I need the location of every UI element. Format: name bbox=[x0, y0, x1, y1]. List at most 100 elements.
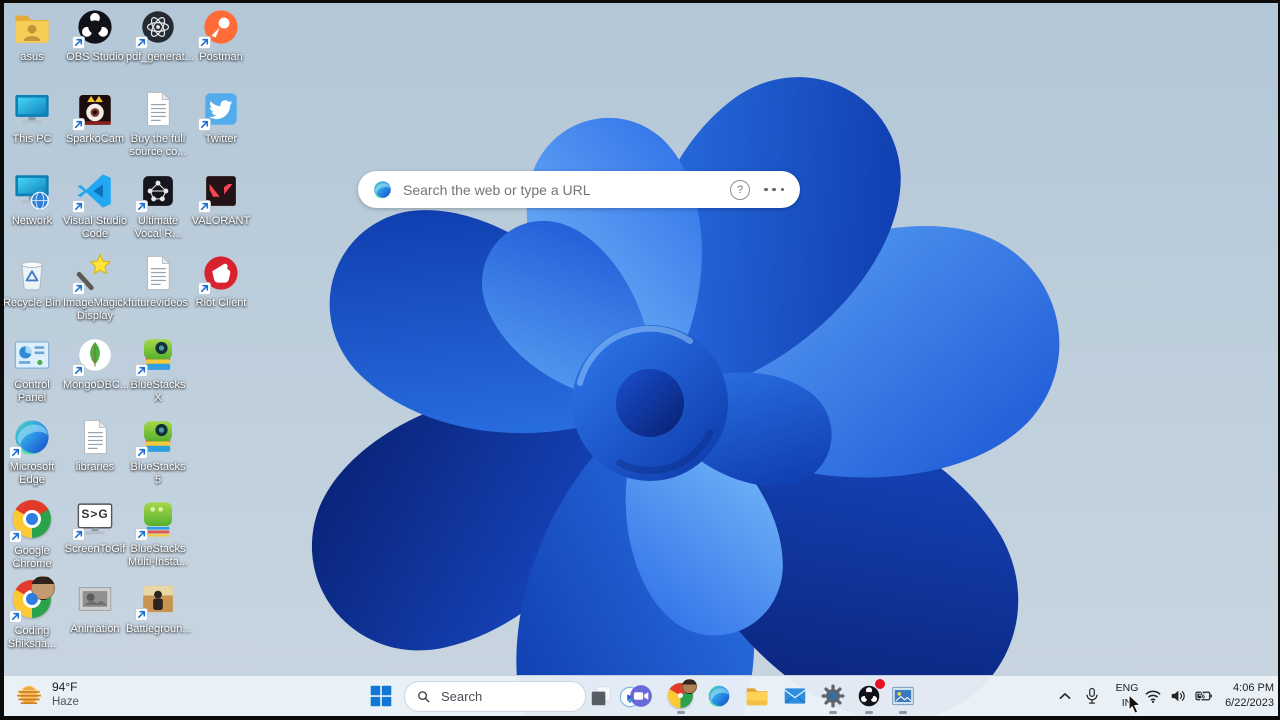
desktop-icon-pdf-generator[interactable]: pdf_generat... bbox=[126, 6, 194, 86]
shortcut-arrow-icon bbox=[9, 610, 22, 623]
clock[interactable]: 4:06 PM 6/22/2023 bbox=[1225, 681, 1274, 712]
shortcut-arrow-icon bbox=[72, 364, 85, 377]
desktop-icon-microsoft-edge[interactable]: Microsoft Edge bbox=[0, 416, 64, 496]
tray-volume[interactable] bbox=[1168, 686, 1188, 706]
desktop-icon-battlegrounds[interactable]: Battlegroun... bbox=[126, 578, 192, 658]
desktop-icon-label: BlueStacks X bbox=[130, 379, 186, 404]
desktop-icon-this-pc[interactable]: This PC bbox=[0, 88, 64, 168]
desktop-icon-asus[interactable]: asus bbox=[0, 6, 64, 86]
monitor-icon bbox=[11, 88, 53, 130]
user-folder-icon bbox=[11, 6, 53, 48]
start-button[interactable] bbox=[368, 683, 394, 709]
desktop-icon-ultimate-vocal[interactable]: Ultimate Vocal R... bbox=[126, 170, 190, 250]
desktop-icon-label: Google Chrome bbox=[12, 545, 52, 570]
taskbar-app-chrome[interactable] bbox=[668, 679, 697, 709]
desktop-icon-label: libraries bbox=[75, 461, 115, 473]
desktop-icon-label: Ultimate Vocal R... bbox=[134, 215, 182, 240]
desktop-icon-riot-client[interactable]: Riot Client bbox=[189, 252, 253, 332]
desktop-icon-twitter[interactable]: Twitter bbox=[189, 88, 253, 168]
desktop-icon-label: Postman bbox=[199, 51, 243, 63]
wifi-icon bbox=[1143, 686, 1163, 706]
taskbar-app-obs[interactable] bbox=[856, 679, 885, 709]
desktop-icon-google-chrome[interactable]: Google Chrome bbox=[0, 498, 64, 578]
taskbar-app-settings[interactable] bbox=[820, 683, 846, 709]
shortcut-arrow-icon bbox=[135, 364, 148, 377]
desktop-icon-label: Coding Shiksha... bbox=[7, 625, 57, 650]
desktop-icon-buy-source[interactable]: Buy the full source co... bbox=[126, 88, 190, 168]
desktop-icon-control-panel[interactable]: Control Panel bbox=[0, 334, 64, 414]
running-indicator bbox=[899, 711, 907, 714]
letterbox-left bbox=[0, 0, 4, 720]
weather-condition: Haze bbox=[52, 696, 79, 709]
desktop-icon-bluestacks-x[interactable]: BlueStacks X bbox=[126, 334, 190, 414]
taskbar-app-mail[interactable] bbox=[782, 683, 808, 709]
network-globe-icon bbox=[11, 170, 53, 212]
shortcut-arrow-icon bbox=[9, 530, 22, 543]
control-panel-icon bbox=[11, 334, 53, 376]
taskbar-app-file-explorer[interactable] bbox=[744, 683, 770, 709]
shortcut-arrow-icon bbox=[135, 36, 148, 49]
desktop-icon-label: VALORANT bbox=[191, 215, 251, 227]
desktop-icon-label: SparkoCam bbox=[65, 133, 125, 145]
tray-microphone[interactable] bbox=[1082, 686, 1102, 706]
edge-icon bbox=[706, 683, 732, 709]
desktop-icon-mongodb[interactable]: MongoDBC... bbox=[63, 334, 130, 414]
desktop-icon-obs-studio[interactable]: OBS Studio bbox=[63, 6, 127, 86]
desktop-icon-bluestacks-multi[interactable]: BlueStacks Multi-Insta... bbox=[126, 498, 190, 578]
desktop-icon-network[interactable]: Network bbox=[0, 170, 64, 250]
desktop-icon-label: Recycle Bin bbox=[2, 297, 62, 309]
more-options-icon[interactable] bbox=[764, 187, 784, 192]
shortcut-arrow-icon bbox=[72, 282, 85, 295]
clock-date: 6/22/2023 bbox=[1225, 697, 1274, 710]
desktop-icon-bluestacks-5[interactable]: BlueStacks 5 bbox=[126, 416, 190, 496]
notification-badge bbox=[875, 679, 885, 689]
video-camera-app-icon bbox=[628, 683, 654, 709]
running-indicator bbox=[677, 711, 685, 714]
wallpaper-bloom bbox=[311, 77, 1060, 716]
weather-widget[interactable]: 94°F Haze bbox=[14, 680, 79, 710]
clock-time: 4:06 PM bbox=[1233, 682, 1274, 694]
desktop-icon-imagemagick[interactable]: ImageMagick Display bbox=[63, 252, 128, 332]
folder-icon bbox=[744, 683, 770, 709]
tray-chevron-up[interactable] bbox=[1055, 686, 1075, 706]
photo-thumbnail-icon bbox=[74, 578, 116, 620]
desktop-icon-futurevideos[interactable]: futurevideos bbox=[126, 252, 190, 332]
desktop-icon-label: BlueStacks Multi-Insta... bbox=[128, 543, 188, 568]
desktop-icon-label: Riot Client bbox=[195, 297, 247, 309]
shortcut-arrow-icon bbox=[198, 200, 211, 213]
running-indicator bbox=[865, 711, 873, 714]
desktop-icon-label: BlueStacks 5 bbox=[130, 461, 186, 486]
desktop-icon-animation[interactable]: Animation bbox=[63, 578, 127, 658]
desktop-icon-label: Battlegroun... bbox=[126, 623, 192, 635]
shortcut-arrow-icon bbox=[135, 608, 148, 621]
desktop-icon-sparkocam[interactable]: SparkoCam bbox=[63, 88, 127, 168]
shortcut-arrow-icon bbox=[72, 528, 85, 541]
tray-wifi[interactable] bbox=[1143, 686, 1163, 706]
taskbar-app-layers[interactable] bbox=[588, 683, 614, 709]
taskbar-app-media-window[interactable] bbox=[890, 683, 916, 709]
web-search-input[interactable] bbox=[401, 180, 730, 199]
desktop-icon-postman[interactable]: Postman bbox=[189, 6, 253, 86]
desktop-icon-screentogif[interactable]: S>G ScreenToGif bbox=[63, 498, 127, 578]
shortcut-arrow-icon bbox=[135, 446, 148, 459]
desktop-icon-label: Visual Studio Code bbox=[63, 215, 128, 240]
taskbar: 94°F Haze Search ENG IN 4:06 PM 6/22/202… bbox=[0, 675, 1280, 716]
tray-battery[interactable] bbox=[1192, 686, 1215, 706]
taskbar-app-video-recorder[interactable] bbox=[628, 683, 654, 709]
edge-search-widget[interactable]: ? bbox=[358, 171, 800, 208]
desktop-icon-libraries[interactable]: libraries bbox=[63, 416, 127, 496]
desktop-icon-recycle-bin[interactable]: Recycle Bin bbox=[0, 252, 64, 332]
desktop-icon-label: MongoDBC... bbox=[63, 379, 130, 391]
desktop-icon-valorant[interactable]: VALORANT bbox=[189, 170, 253, 250]
letterbox-bottom bbox=[0, 716, 1280, 720]
chrome-profile-avatar bbox=[682, 679, 697, 694]
taskbar-search-box[interactable] bbox=[404, 681, 586, 712]
microphone-icon bbox=[1082, 686, 1102, 706]
desktop-icon-coding-shiksha[interactable]: Coding Shiksha... bbox=[0, 576, 64, 658]
desktop-icon-vscode[interactable]: Visual Studio Code bbox=[63, 170, 127, 250]
desktop-icon-label: This PC bbox=[12, 133, 52, 145]
help-icon[interactable]: ? bbox=[730, 179, 750, 200]
mouse-cursor bbox=[1128, 694, 1142, 714]
taskbar-app-edge[interactable] bbox=[706, 683, 732, 709]
desktop-icon-label: ScreenToGif bbox=[64, 543, 126, 555]
